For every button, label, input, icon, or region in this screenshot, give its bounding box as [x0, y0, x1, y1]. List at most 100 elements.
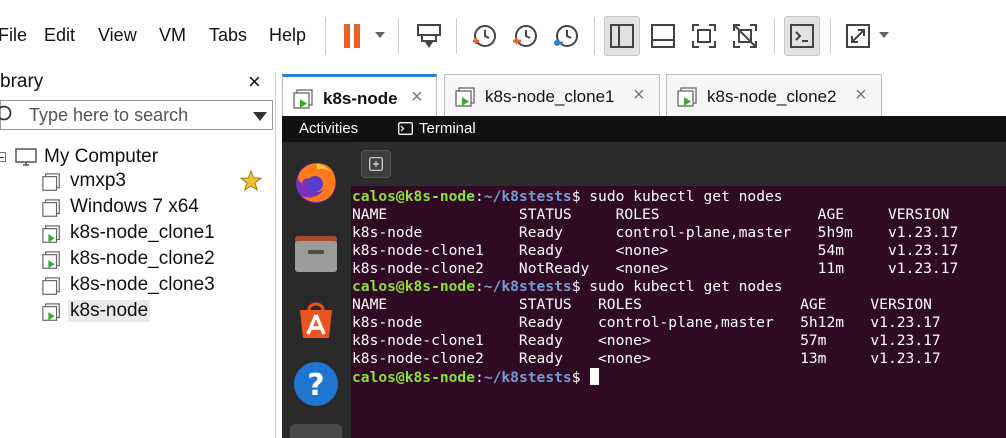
tab-k8s-node-clone1[interactable]: k8s-node_clone1 ×	[444, 74, 660, 116]
app-menu-label: Terminal	[419, 120, 476, 137]
prompt-sep: :	[475, 188, 484, 205]
console-view-icon	[790, 24, 814, 48]
unity-button[interactable]	[727, 16, 763, 56]
terminal-output-line: k8s-node-clone1 Ready <none> 57m v1.23.1…	[352, 332, 941, 349]
terminal-icon	[398, 122, 413, 135]
terminal-prompt-line: calos@k8s-node:~/k8stests$	[352, 368, 600, 386]
tab-close-button[interactable]: ×	[633, 85, 645, 105]
tab-close-button[interactable]: ×	[411, 87, 423, 107]
app-menu-terminal[interactable]: Terminal	[398, 120, 476, 138]
prompt-user: calos@k8s-node	[352, 278, 476, 295]
activities-button[interactable]: Activities	[299, 120, 358, 138]
unity-icon	[733, 24, 757, 48]
full-screen-icon	[692, 24, 716, 48]
pause-button[interactable]	[334, 16, 370, 56]
library-vm-item[interactable]: vmxp3	[40, 170, 270, 194]
tab-label: k8s-node_clone2	[707, 87, 837, 106]
take-snapshot-button[interactable]	[466, 16, 502, 56]
vm-running-icon	[42, 303, 60, 321]
vm-label: k8s-node_clone3	[70, 274, 215, 295]
toolbar-separator	[325, 18, 326, 54]
library-vm-item[interactable]: k8s-node	[40, 300, 270, 324]
menu-tabs[interactable]: Tabs	[209, 24, 247, 46]
thumbnail-bar-button[interactable]	[645, 16, 681, 56]
prompt-user: calos@k8s-node	[352, 188, 476, 205]
menu-edit[interactable]: Edit	[44, 24, 75, 46]
stretch-guest-button[interactable]	[840, 16, 876, 56]
library-panel: brary × My Computer vmxp3 Windows 7 x64 k8…	[0, 71, 276, 438]
tab-label: k8s-node_clone1	[485, 87, 615, 106]
full-screen-button[interactable]	[686, 16, 722, 56]
revert-snapshot-button[interactable]	[507, 16, 543, 56]
terminal-cursor	[590, 368, 600, 385]
library-vm-item[interactable]: k8s-node_clone1	[40, 222, 270, 246]
terminal-prompt-line: calos@k8s-node:~/k8stests$ sudo kubectl …	[352, 278, 783, 296]
vm-running-icon	[42, 251, 60, 269]
terminal-output[interactable]: calos@k8s-node:~/k8stests$ sudo kubectl …	[351, 186, 1006, 438]
svg-text:?: ?	[307, 368, 324, 403]
favorite-star-icon[interactable]	[240, 170, 262, 192]
show-library-button[interactable]	[604, 16, 640, 56]
terminal-prompt-line: calos@k8s-node:~/k8stests$ sudo kubectl …	[352, 188, 783, 206]
firefox-logo	[296, 163, 336, 203]
terminal-output-line: k8s-node-clone2 NotReady <none> 11m v1.2…	[352, 260, 959, 277]
help-logo: ?	[294, 362, 338, 406]
toolbar-separator	[456, 18, 457, 54]
menu-file[interactable]: File	[0, 24, 27, 46]
terminal-output-line: NAME STATUS ROLES AGE VERSION	[352, 296, 932, 313]
manage-snapshots-icon	[554, 25, 578, 47]
gnome-top-bar: Activities Terminal	[282, 116, 1006, 142]
library-close-button[interactable]: ×	[248, 71, 261, 93]
show-apps-icon[interactable]	[290, 424, 342, 438]
library-vm-item[interactable]: k8s-node_clone3	[40, 274, 270, 298]
library-vm-item[interactable]: Windows 7 x64	[40, 196, 270, 220]
tree-my-computer[interactable]: My Computer	[0, 146, 270, 170]
prompt-sep: :	[475, 278, 484, 295]
manage-snapshots-button[interactable]	[548, 16, 584, 56]
pause-dropdown-icon[interactable]	[374, 30, 386, 40]
prompt-sep: :	[475, 369, 484, 386]
terminal-output-line: NAME STATUS ROLES AGE VERSION	[352, 206, 950, 223]
send-ctrl-alt-del-button[interactable]	[411, 16, 447, 56]
take-snapshot-icon	[473, 25, 496, 47]
vm-running-icon	[455, 87, 475, 107]
show-library-icon	[610, 24, 634, 48]
vm-label: Windows 7 x64	[70, 196, 199, 217]
files-icon[interactable]	[292, 228, 340, 276]
menu-help[interactable]: Help	[269, 24, 306, 46]
tab-label: k8s-node	[323, 89, 398, 108]
new-tab-button[interactable]	[361, 150, 391, 178]
revert-snapshot-icon	[513, 25, 537, 47]
library-search-input[interactable]	[29, 103, 239, 127]
stretch-guest-icon	[846, 24, 870, 48]
library-vm-item[interactable]: k8s-node_clone2	[40, 248, 270, 272]
app-center-icon[interactable]	[292, 294, 340, 342]
prompt-command	[580, 369, 589, 386]
pause-icon	[344, 24, 360, 48]
vm-label: vmxp3	[70, 170, 126, 191]
prompt-path: ~/k8stests	[483, 278, 572, 295]
tab-k8s-node-clone2[interactable]: k8s-node_clone2 ×	[666, 74, 882, 116]
search-dropdown-icon[interactable]	[253, 112, 267, 121]
monitor-icon	[15, 148, 37, 166]
vm-running-icon	[677, 87, 697, 107]
app-center-logo	[300, 302, 332, 338]
help-icon[interactable]: ?	[292, 360, 340, 408]
tab-k8s-node[interactable]: k8s-node ×	[282, 74, 437, 116]
stretch-dropdown-icon[interactable]	[878, 30, 890, 40]
terminal-output-line: k8s-node-clone2 Ready <none> 13m v1.23.1…	[352, 350, 941, 367]
firefox-icon[interactable]	[292, 158, 340, 206]
terminal-headerbar	[351, 142, 1006, 186]
tab-close-button[interactable]: ×	[855, 85, 867, 105]
tree-root-label: My Computer	[44, 146, 159, 167]
library-title: brary	[0, 71, 44, 92]
new-tab-icon	[369, 157, 383, 171]
toolbar-separator	[830, 18, 831, 54]
console-view-button[interactable]	[784, 16, 820, 56]
menu-view[interactable]: View	[98, 24, 137, 46]
vm-label: k8s-node	[68, 300, 151, 322]
menu-vm[interactable]: VM	[159, 24, 186, 46]
prompt-path: ~/k8stests	[483, 369, 572, 386]
collapse-icon[interactable]	[0, 152, 6, 162]
vm-console-screen[interactable]: Activities Terminal ? calos@k8s-node:~/k…	[282, 116, 1006, 438]
